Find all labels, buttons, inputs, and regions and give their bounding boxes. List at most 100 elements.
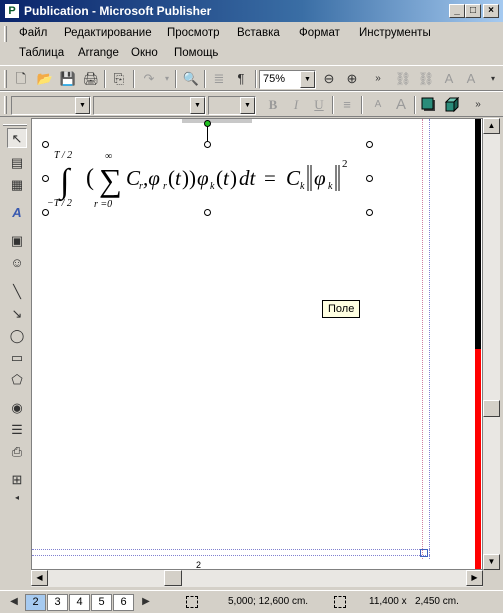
page-tab-3[interactable]: 3 [47,594,68,611]
toolbar-options-icon[interactable]: ▾ [483,69,503,89]
picture-frame-tool-icon[interactable]: ▣ [7,231,27,251]
style-select[interactable]: ▼ [11,96,91,115]
title-bar: P Publication - Microsoft Publisher _ □ … [0,0,503,22]
autoshapes-tool-icon[interactable]: ⬠ [7,370,27,390]
page-edge [182,119,252,123]
status-bar: ◀ 2 3 4 5 6 ▶ 5,000; 12,600 cm. 11,400 x… [0,590,503,613]
menu-format[interactable]: Формат [299,27,340,39]
publisher-icon[interactable]: P [4,3,20,19]
oval-tool-icon[interactable]: ◯ [7,326,27,346]
wordart-icon[interactable]: A [461,69,481,89]
toolbar-overflow-icon[interactable]: » [368,69,388,89]
italic-button[interactable]: I [286,95,306,115]
svg-text:=: = [264,166,276,190]
sum-upper-limit: ∞ [105,151,112,162]
find-icon[interactable]: 🔍 [181,69,201,89]
open-folder-icon[interactable]: 📂 [35,69,55,89]
maximize-icon[interactable]: □ [465,4,481,18]
increase-font-icon[interactable]: A [391,95,411,115]
page-tab-5[interactable]: 5 [91,594,112,611]
save-icon[interactable]: 💾 [58,69,78,89]
toolbar-more-icon[interactable]: ◂ [7,488,27,508]
hyperlink-icon[interactable]: ⛓ [393,69,413,89]
scroll-up-icon[interactable]: ▲ [483,118,500,134]
chevron-down-icon[interactable]: ▼ [300,71,315,88]
menu-table[interactable]: Таблица [19,47,64,59]
menu-arrange[interactable]: Arrange [78,47,119,59]
page-tab-6[interactable]: 6 [113,594,134,611]
menu-edit[interactable]: Редактирование [64,27,152,39]
rotate-handle[interactable] [204,120,211,127]
design-gallery-tool-icon[interactable]: ⊞ [7,470,27,490]
zoom-out-icon[interactable]: ⊖ [319,69,339,89]
table-tool-icon[interactable]: ▦ [7,175,27,195]
3d-icon[interactable] [442,95,462,115]
close-icon[interactable]: × [483,4,499,18]
redo-dropdown-icon[interactable]: ▾ [157,69,177,89]
print-preview-icon[interactable]: 🖨 [81,69,101,89]
chevron-down-icon[interactable]: ▼ [190,97,205,114]
page-tab-2[interactable]: 2 [25,594,46,611]
toolbar-grip[interactable] [4,96,7,114]
pilcrow-icon[interactable]: ¶ [231,69,251,89]
scroll-left-icon[interactable]: ◀ [31,570,48,586]
document-canvas[interactable]: 2 T / 2 −T / 2 ∫ ( ∑ ∞ r =0 C r ,φ r ( t… [31,118,483,570]
integral-upper-limit: T / 2 [54,150,72,161]
next-page-icon[interactable]: ▶ [136,592,156,612]
menu-grip[interactable] [4,26,7,42]
horizontal-scroll-thumb[interactable] [164,570,182,586]
scroll-corner [483,570,503,587]
previous-page-icon[interactable]: ◀ [4,592,24,612]
vertical-scrollbar[interactable]: ▲ ▼ [483,118,500,570]
scroll-down-icon[interactable]: ▼ [483,554,500,570]
arrow-tool-icon[interactable]: ↘ [7,304,27,324]
horizontal-scrollbar[interactable]: ◀ ▶ [31,570,483,587]
form-control-tool-icon[interactable]: ☰ [7,420,27,440]
menu-window[interactable]: Окно [131,47,158,59]
chevron-down-icon[interactable]: ▼ [240,97,255,114]
clip-art-tool-icon[interactable]: ☺ [7,253,27,273]
new-document-icon[interactable]: 🗋 [11,69,31,89]
text-frame-icon[interactable]: A [439,69,459,89]
html-fragment-tool-icon[interactable]: ⎙ [7,442,27,462]
bold-button[interactable]: B [263,95,283,115]
align-center-icon[interactable]: ≡ [337,95,357,115]
columns-icon[interactable]: ≣ [209,69,229,89]
zoom-select[interactable]: 75% ▼ [259,70,316,89]
formula-render: T / 2 −T / 2 ∫ ( ∑ ∞ r =0 C r ,φ r ( t )… [47,150,348,210]
chevron-down-icon[interactable]: ▼ [75,97,90,114]
menu-file[interactable]: Файл [19,27,47,39]
svg-text:,φ: ,φ [143,166,160,190]
size-select[interactable]: ▼ [208,96,256,115]
svg-text:): ) [230,166,237,190]
formula-exponent: 2 [342,158,348,170]
wordart-tool-icon[interactable]: A [7,203,27,223]
menu-bar-row1: Файл Редактирование Просмотр Вставка Фор… [0,24,503,44]
redo-icon[interactable]: ↷ [139,69,159,89]
menu-view[interactable]: Просмотр [167,27,220,39]
hot-spot-tool-icon[interactable]: ◉ [7,398,27,418]
unlink-icon[interactable]: ⛓ [416,69,436,89]
page-tab-4[interactable]: 4 [69,594,90,611]
copy-icon[interactable]: ⎘ [109,69,129,89]
zoom-in-icon[interactable]: ⊕ [342,69,362,89]
toolbar-grip[interactable] [4,70,7,88]
font-select[interactable]: ▼ [93,96,206,115]
minimize-icon[interactable]: _ [449,4,465,18]
menu-help[interactable]: Помощь [174,47,218,59]
toolbar-overflow-icon[interactable]: » [468,95,488,115]
text-box-tool-icon[interactable]: ▤ [7,153,27,173]
underline-button[interactable]: U [309,95,329,115]
menu-tools[interactable]: Инструменты [359,27,431,39]
menu-insert[interactable]: Вставка [237,27,280,39]
scroll-right-icon[interactable]: ▶ [466,570,483,586]
pointer-tool-icon[interactable]: ↖ [7,128,27,148]
vertical-scroll-thumb[interactable] [483,400,500,417]
line-tool-icon[interactable]: ╲ [7,282,27,302]
shadow-icon[interactable] [419,95,439,115]
formatting-toolbar: ▼ ▼ ▼ B I U ≡ A A » [0,91,503,117]
svg-text:t: t [223,166,230,190]
decrease-font-icon[interactable]: A [368,95,388,115]
formula-object[interactable]: T / 2 −T / 2 ∫ ( ∑ ∞ r =0 C r ,φ r ( t )… [42,120,373,216]
rectangle-tool-icon[interactable]: ▭ [7,348,27,368]
